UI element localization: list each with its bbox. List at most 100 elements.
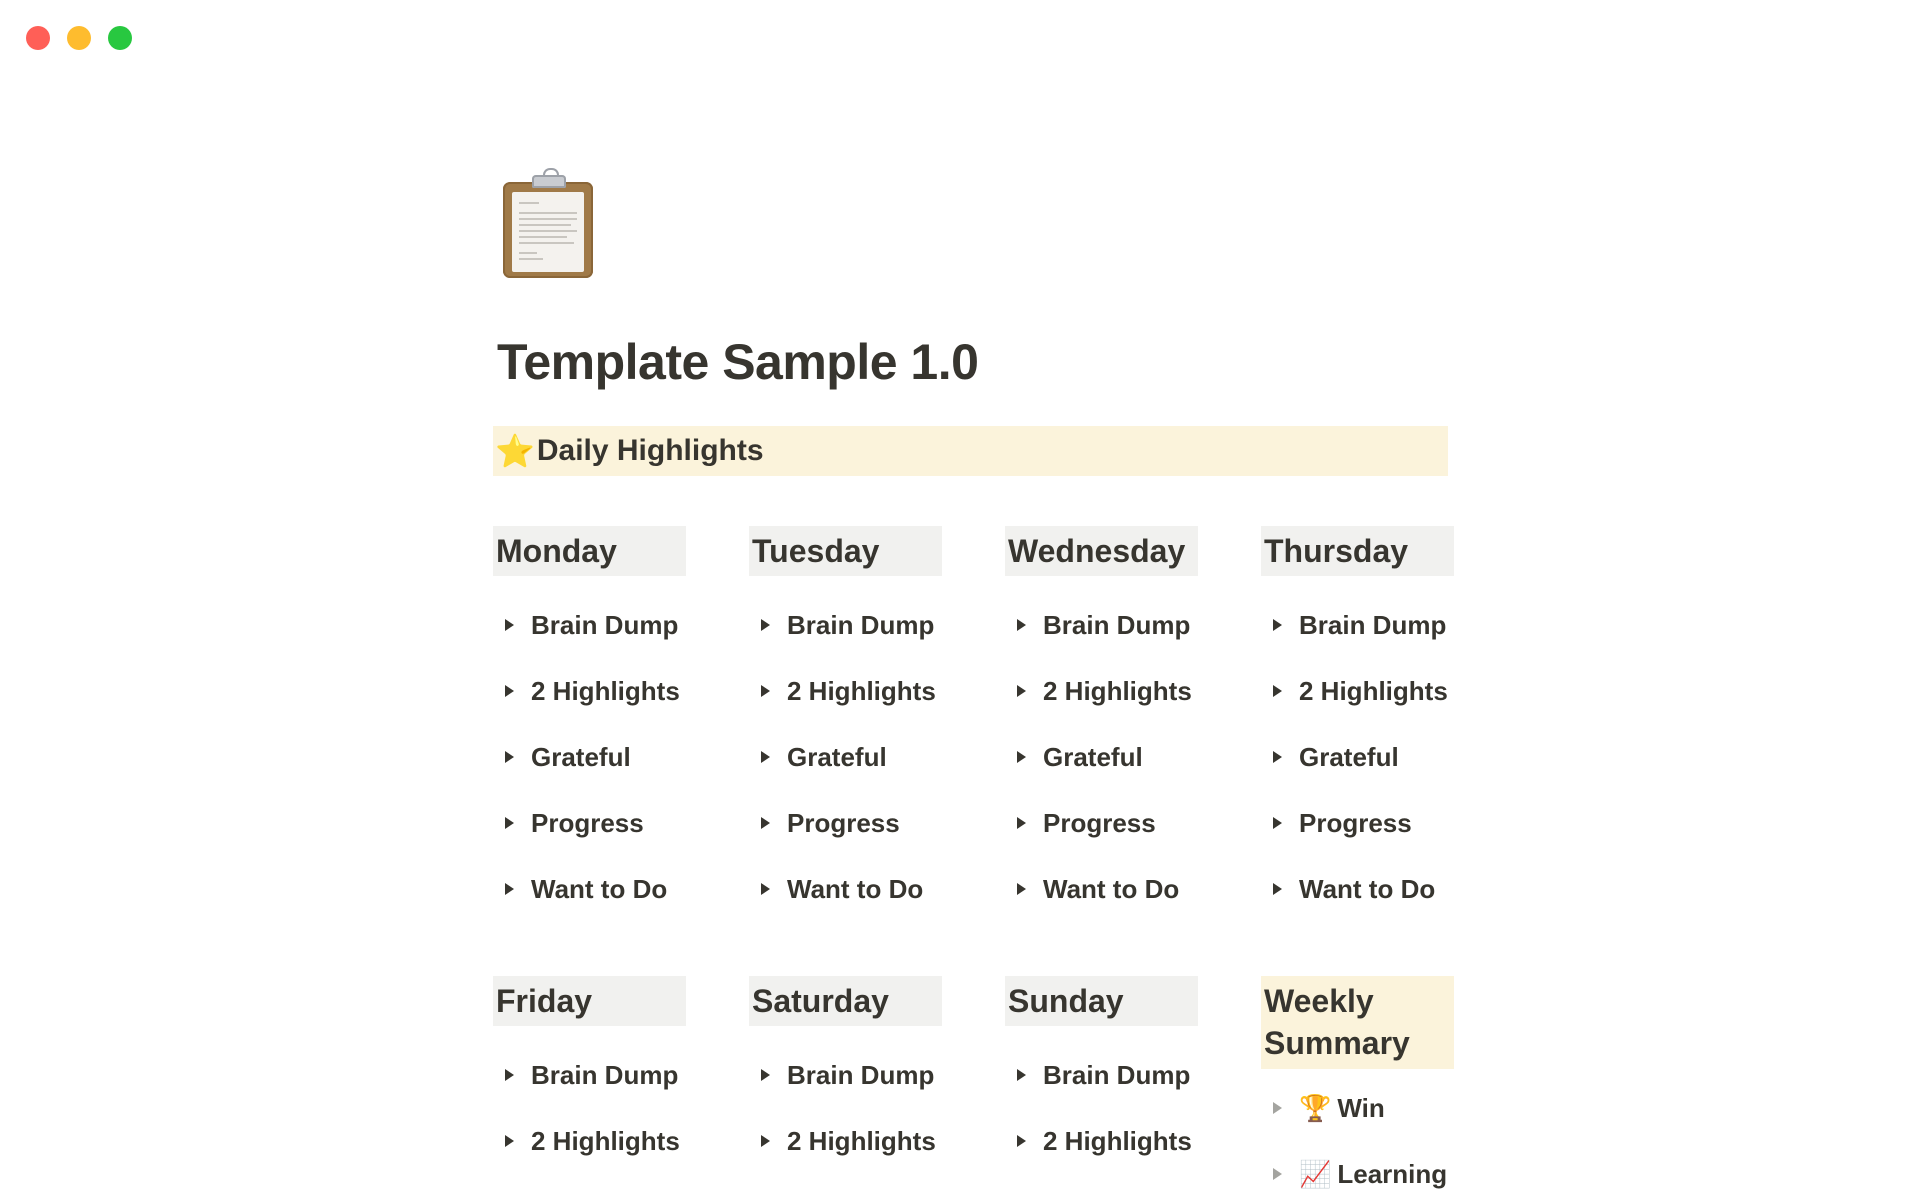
toggle-arrow-icon[interactable] bbox=[761, 1069, 770, 1081]
day-heading[interactable]: Friday bbox=[493, 976, 686, 1026]
toggle-arrow-icon[interactable] bbox=[1273, 1102, 1282, 1114]
toggle-label: 2 Highlights bbox=[787, 675, 936, 706]
toggle-arrow-icon[interactable] bbox=[1017, 685, 1026, 697]
toggle-arrow-icon[interactable] bbox=[761, 619, 770, 631]
toggle-label: Brain Dump bbox=[531, 609, 679, 640]
day-column-thursday: Thursday Brain Dump 2 Highlights Grateful Pr… bbox=[1261, 526, 1454, 922]
toggle-label: Progress bbox=[1043, 807, 1156, 838]
daily-highlights-callout[interactable]: ⭐ Daily Highlights bbox=[493, 426, 1448, 476]
toggle-label: Progress bbox=[787, 807, 900, 838]
toggle-item[interactable]: Grateful bbox=[1005, 724, 1198, 790]
toggle-item[interactable]: Brain Dump bbox=[749, 1042, 942, 1108]
toggle-label: 2 Highlights bbox=[531, 675, 680, 706]
toggle-item[interactable]: 2 Highlights bbox=[1005, 1108, 1198, 1174]
toggle-item[interactable]: Grateful bbox=[493, 724, 686, 790]
toggle-item[interactable]: Grateful bbox=[749, 724, 942, 790]
toggle-label: Brain Dump bbox=[787, 1059, 935, 1090]
maximize-window-button[interactable] bbox=[108, 26, 132, 50]
window-controls bbox=[26, 26, 132, 50]
toggle-arrow-icon[interactable] bbox=[761, 883, 770, 895]
toggle-item[interactable]: 2 Highlights bbox=[749, 658, 942, 724]
toggle-list: Brain Dump 2 Highlights bbox=[493, 1042, 686, 1174]
close-window-button[interactable] bbox=[26, 26, 50, 50]
toggle-item[interactable]: Brain Dump bbox=[1005, 592, 1198, 658]
toggle-arrow-icon[interactable] bbox=[505, 1135, 514, 1147]
toggle-list: Brain Dump 2 Highlights bbox=[749, 1042, 942, 1174]
toggle-arrow-icon[interactable] bbox=[1017, 817, 1026, 829]
toggle-item[interactable]: Want to Do bbox=[749, 856, 942, 922]
toggle-arrow-icon[interactable] bbox=[505, 751, 514, 763]
toggle-arrow-icon[interactable] bbox=[1273, 1168, 1282, 1180]
toggle-label: Brain Dump bbox=[531, 1059, 679, 1090]
toggle-list: Brain Dump 2 Highlights Grateful Progress Wa… bbox=[1005, 592, 1198, 922]
day-heading[interactable]: Sunday bbox=[1005, 976, 1198, 1026]
toggle-item[interactable]: Progress bbox=[493, 790, 686, 856]
weekly-summary-column: Weekly Summary 🏆 Win 📈 Learning bbox=[1261, 976, 1454, 1200]
toggle-label: Brain Dump bbox=[1043, 1059, 1191, 1090]
day-heading[interactable]: Monday bbox=[493, 526, 686, 576]
toggle-item[interactable]: Brain Dump bbox=[493, 592, 686, 658]
star-icon: ⭐ bbox=[495, 433, 535, 469]
toggle-arrow-icon[interactable] bbox=[505, 619, 514, 631]
day-column-monday: Monday Brain Dump 2 Highlights Grateful Prog… bbox=[493, 526, 686, 922]
toggle-label: Grateful bbox=[1299, 741, 1399, 772]
toggle-arrow-icon[interactable] bbox=[1273, 817, 1282, 829]
toggle-item[interactable]: 2 Highlights bbox=[493, 1108, 686, 1174]
toggle-arrow-icon[interactable] bbox=[761, 685, 770, 697]
toggle-item[interactable]: Want to Do bbox=[1005, 856, 1198, 922]
toggle-arrow-icon[interactable] bbox=[505, 883, 514, 895]
toggle-label: Progress bbox=[531, 807, 644, 838]
toggle-item[interactable]: 2 Highlights bbox=[1005, 658, 1198, 724]
toggle-label: Grateful bbox=[1043, 741, 1143, 772]
toggle-label: Want to Do bbox=[1043, 873, 1180, 904]
toggle-item[interactable]: Grateful bbox=[1261, 724, 1454, 790]
toggle-item[interactable]: 2 Highlights bbox=[749, 1108, 942, 1174]
day-heading[interactable]: Wednesday bbox=[1005, 526, 1198, 576]
toggle-item[interactable]: Progress bbox=[749, 790, 942, 856]
day-heading[interactable]: Saturday bbox=[749, 976, 942, 1026]
toggle-label: Grateful bbox=[787, 741, 887, 772]
app-window: Template Sample 1.0 ⭐ Daily Highlights M… bbox=[0, 0, 1920, 1200]
toggle-arrow-icon[interactable] bbox=[1273, 685, 1282, 697]
trophy-icon: 🏆 bbox=[1299, 1092, 1332, 1123]
toggle-item[interactable]: Brain Dump bbox=[749, 592, 942, 658]
toggle-arrow-icon[interactable] bbox=[505, 1069, 514, 1081]
toggle-item[interactable]: Brain Dump bbox=[1261, 592, 1454, 658]
toggle-item[interactable]: 2 Highlights bbox=[493, 658, 686, 724]
weekly-summary-heading[interactable]: Weekly Summary bbox=[1261, 976, 1454, 1069]
toggle-arrow-icon[interactable] bbox=[505, 685, 514, 697]
toggle-arrow-icon[interactable] bbox=[1017, 883, 1026, 895]
toggle-item[interactable]: Progress bbox=[1005, 790, 1198, 856]
toggle-arrow-icon[interactable] bbox=[1017, 751, 1026, 763]
clipboard-icon[interactable] bbox=[501, 168, 601, 278]
toggle-item[interactable]: Want to Do bbox=[1261, 856, 1454, 922]
toggle-arrow-icon[interactable] bbox=[761, 817, 770, 829]
toggle-arrow-icon[interactable] bbox=[1017, 1069, 1026, 1081]
toggle-label: 2 Highlights bbox=[1043, 675, 1192, 706]
toggle-arrow-icon[interactable] bbox=[1273, 883, 1282, 895]
chart-increasing-icon: 📈 bbox=[1299, 1158, 1332, 1189]
day-column-wednesday: Wednesday Brain Dump 2 Highlights Grateful P… bbox=[1005, 526, 1198, 922]
day-heading[interactable]: Thursday bbox=[1261, 526, 1454, 576]
toggle-item[interactable]: 📈 Learning bbox=[1261, 1141, 1454, 1200]
toggle-item[interactable]: Brain Dump bbox=[493, 1042, 686, 1108]
toggle-item[interactable]: Brain Dump bbox=[1005, 1042, 1198, 1108]
toggle-arrow-icon[interactable] bbox=[1273, 751, 1282, 763]
toggle-label: Brain Dump bbox=[1299, 609, 1447, 640]
toggle-label: Grateful bbox=[531, 741, 631, 772]
toggle-arrow-icon[interactable] bbox=[1273, 619, 1282, 631]
page-title[interactable]: Template Sample 1.0 bbox=[497, 332, 1448, 392]
toggle-arrow-icon[interactable] bbox=[761, 1135, 770, 1147]
minimize-window-button[interactable] bbox=[67, 26, 91, 50]
toggle-label: 2 Highlights bbox=[787, 1125, 936, 1156]
toggle-arrow-icon[interactable] bbox=[1017, 1135, 1026, 1147]
toggle-item[interactable]: 2 Highlights bbox=[1261, 658, 1454, 724]
toggle-item[interactable]: Progress bbox=[1261, 790, 1454, 856]
toggle-item[interactable]: 🏆 Win bbox=[1261, 1075, 1454, 1141]
toggle-arrow-icon[interactable] bbox=[1017, 619, 1026, 631]
toggle-item[interactable]: Want to Do bbox=[493, 856, 686, 922]
toggle-label: Want to Do bbox=[787, 873, 924, 904]
toggle-arrow-icon[interactable] bbox=[761, 751, 770, 763]
toggle-arrow-icon[interactable] bbox=[505, 817, 514, 829]
day-heading[interactable]: Tuesday bbox=[749, 526, 942, 576]
